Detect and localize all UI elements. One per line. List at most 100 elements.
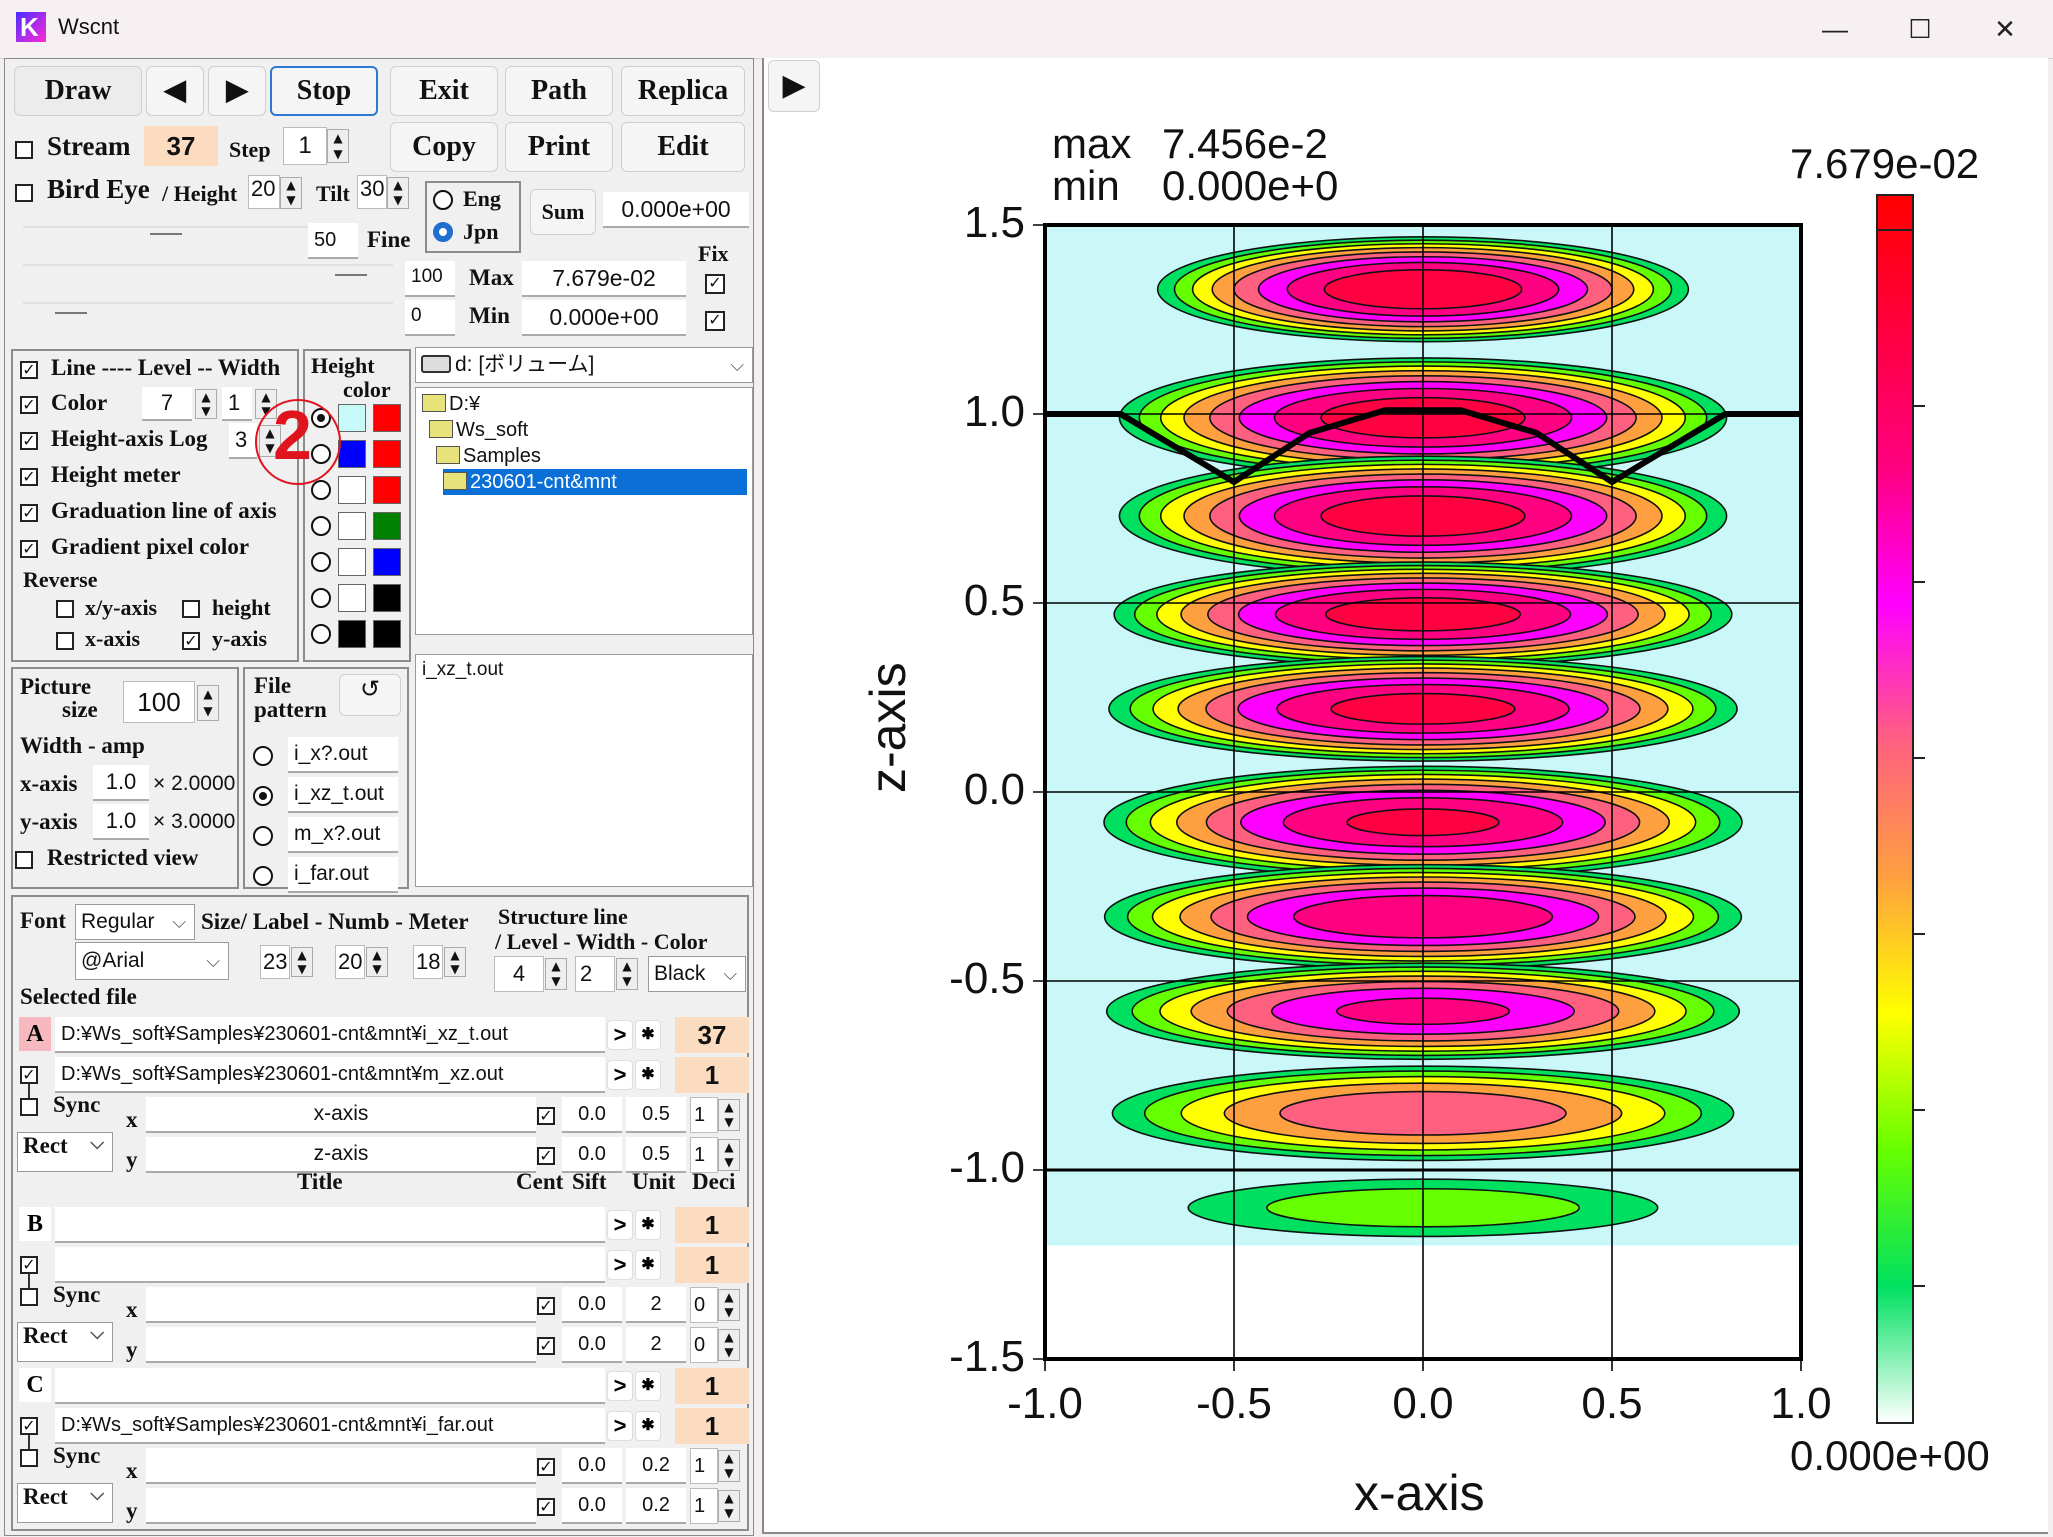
tree-item[interactable]: 230601-cnt&mnt xyxy=(443,469,747,495)
height-color-high-swatch[interactable] xyxy=(373,584,401,612)
height-color-radio[interactable] xyxy=(311,516,331,536)
y-unit-input[interactable]: 0.5 xyxy=(626,1137,686,1173)
y-cent-input[interactable]: 0.0 xyxy=(562,1137,622,1173)
y-unit-input[interactable]: 0.2 xyxy=(626,1488,686,1524)
projection-select[interactable]: Rect ⌵ xyxy=(17,1132,113,1172)
reverse-height-checkbox[interactable] xyxy=(182,600,200,618)
min-slider-value[interactable]: 0 xyxy=(405,300,455,336)
clear-button[interactable]: ✱ xyxy=(635,1250,661,1280)
step-input[interactable]: 1 xyxy=(283,127,327,165)
browse-button[interactable]: > xyxy=(607,1020,633,1050)
file-list-item[interactable]: i_xz_t.out xyxy=(422,657,503,683)
y-deci-input[interactable]: 1 xyxy=(690,1137,718,1173)
y-title-input[interactable] xyxy=(146,1327,536,1363)
label-size-input[interactable]: 23 xyxy=(260,945,290,979)
reverse-y-checkbox[interactable]: ✓ xyxy=(182,632,200,650)
refresh-button[interactable]: ↺ xyxy=(339,674,401,716)
restricted-view-checkbox[interactable] xyxy=(15,851,33,869)
height-meter-checkbox[interactable]: ✓ xyxy=(20,468,38,486)
min-slider-track[interactable] xyxy=(23,302,393,304)
overlay-path-input[interactable] xyxy=(55,1247,605,1283)
jpn-radio[interactable] xyxy=(433,222,453,242)
structure-level-input[interactable]: 4 xyxy=(494,956,544,992)
x-unit-input[interactable]: 0.2 xyxy=(626,1448,686,1484)
tilt-input[interactable]: 30 xyxy=(357,175,387,209)
y-deci-spinner[interactable]: ▲ ▼ xyxy=(718,1329,740,1361)
structure-level-spinner[interactable]: ▲ ▼ xyxy=(545,958,567,990)
print-button[interactable]: Print xyxy=(505,122,613,172)
min-value-input[interactable]: 0.000e+00 xyxy=(522,300,686,336)
label-size-spinner[interactable]: ▲ ▼ xyxy=(291,947,313,977)
height-spinner[interactable]: ▲ ▼ xyxy=(280,177,302,209)
x-cent-checkbox[interactable]: ✓ xyxy=(537,1458,555,1476)
min-slider-thumb[interactable] xyxy=(55,312,87,314)
x-unit-input[interactable]: 2 xyxy=(626,1287,686,1323)
clear-button[interactable]: ✱ xyxy=(635,1060,661,1090)
max-slider-value[interactable]: 100 xyxy=(405,261,455,297)
sync-checkbox[interactable] xyxy=(20,1098,38,1116)
max-fix-checkbox[interactable]: ✓ xyxy=(705,274,725,294)
exit-button[interactable]: Exit xyxy=(390,66,498,116)
gradient-checkbox[interactable]: ✓ xyxy=(20,540,38,558)
line-checkbox[interactable]: ✓ xyxy=(20,361,38,379)
overlay-file-checkbox[interactable]: ✓ xyxy=(20,1417,38,1435)
picture-size-spinner[interactable]: ▲ ▼ xyxy=(197,685,219,721)
level-spinner[interactable]: ▲ ▼ xyxy=(195,389,217,419)
height-color-low-swatch[interactable] xyxy=(338,440,366,468)
x-deci-input[interactable]: 1 xyxy=(690,1448,718,1484)
height-color-radio[interactable] xyxy=(311,552,331,572)
file-path-input[interactable] xyxy=(55,1368,605,1404)
y-axis-amp-input[interactable]: 1.0 xyxy=(93,804,149,840)
y-title-input[interactable] xyxy=(146,1488,536,1524)
meter-size-spinner[interactable]: ▲ ▼ xyxy=(444,947,466,977)
clear-button[interactable]: ✱ xyxy=(635,1020,661,1050)
browse-button[interactable]: > xyxy=(607,1210,633,1240)
file-slot-tag[interactable]: A xyxy=(19,1017,51,1051)
height-color-low-swatch[interactable] xyxy=(338,548,366,576)
path-button[interactable]: Path xyxy=(505,66,613,116)
x-deci-input[interactable]: 1 xyxy=(690,1097,718,1133)
sync-checkbox[interactable] xyxy=(20,1449,38,1467)
color-checkbox[interactable]: ✓ xyxy=(20,396,38,414)
x-deci-spinner[interactable]: ▲ ▼ xyxy=(718,1450,740,1482)
browse-button[interactable]: > xyxy=(607,1371,633,1401)
x-deci-input[interactable]: 0 xyxy=(690,1287,718,1323)
height-color-radio[interactable] xyxy=(311,624,331,644)
height-color-low-swatch[interactable] xyxy=(338,512,366,540)
sum-button[interactable]: Sum xyxy=(530,189,596,235)
height-color-high-swatch[interactable] xyxy=(373,440,401,468)
height-color-low-swatch[interactable] xyxy=(338,584,366,612)
clear-button[interactable]: ✱ xyxy=(635,1210,661,1240)
copy-button[interactable]: Copy xyxy=(390,122,498,172)
x-title-input[interactable]: x-axis xyxy=(146,1097,536,1133)
height-color-low-swatch[interactable] xyxy=(338,404,366,432)
font-face-select[interactable]: @Arial ⌵ xyxy=(75,942,229,980)
file-path-input[interactable] xyxy=(55,1207,605,1243)
min-fix-checkbox[interactable]: ✓ xyxy=(705,311,725,331)
tilt-spinner[interactable]: ▲ ▼ xyxy=(387,177,409,209)
eng-radio[interactable] xyxy=(433,190,453,210)
graduation-checkbox[interactable]: ✓ xyxy=(20,504,38,522)
pattern-radio[interactable] xyxy=(253,746,273,766)
max-slider-thumb[interactable] xyxy=(335,274,367,276)
next-button[interactable]: ▶ xyxy=(208,66,266,116)
file-list[interactable]: i_xz_t.out xyxy=(415,654,753,887)
close-button[interactable]: ✕ xyxy=(1975,8,2035,50)
x-unit-input[interactable]: 0.5 xyxy=(626,1097,686,1133)
y-cent-checkbox[interactable]: ✓ xyxy=(537,1498,555,1516)
overlay-file-checkbox[interactable]: ✓ xyxy=(20,1066,38,1084)
fine-slider-thumb[interactable] xyxy=(150,233,182,235)
max-value-input[interactable]: 7.679e-02 xyxy=(522,261,686,297)
x-title-input[interactable] xyxy=(146,1287,536,1323)
projection-select[interactable]: Rect ⌵ xyxy=(17,1322,113,1362)
x-axis-amp-input[interactable]: 1.0 xyxy=(93,765,149,801)
projection-select[interactable]: Rect ⌵ xyxy=(17,1483,113,1523)
height-input[interactable]: 20 xyxy=(248,175,280,209)
overlay-path-input[interactable]: D:¥Ws_soft¥Samples¥230601-cnt&mnt¥m_xz.o… xyxy=(55,1057,605,1093)
height-color-low-swatch[interactable] xyxy=(338,620,366,648)
x-cent-checkbox[interactable]: ✓ xyxy=(537,1107,555,1125)
clear-button[interactable]: ✱ xyxy=(635,1411,661,1441)
font-style-select[interactable]: Regular ⌵ xyxy=(75,904,195,940)
pattern-radio[interactable] xyxy=(253,826,273,846)
drive-select[interactable]: d: [ボリューム] ⌵ xyxy=(415,347,753,383)
